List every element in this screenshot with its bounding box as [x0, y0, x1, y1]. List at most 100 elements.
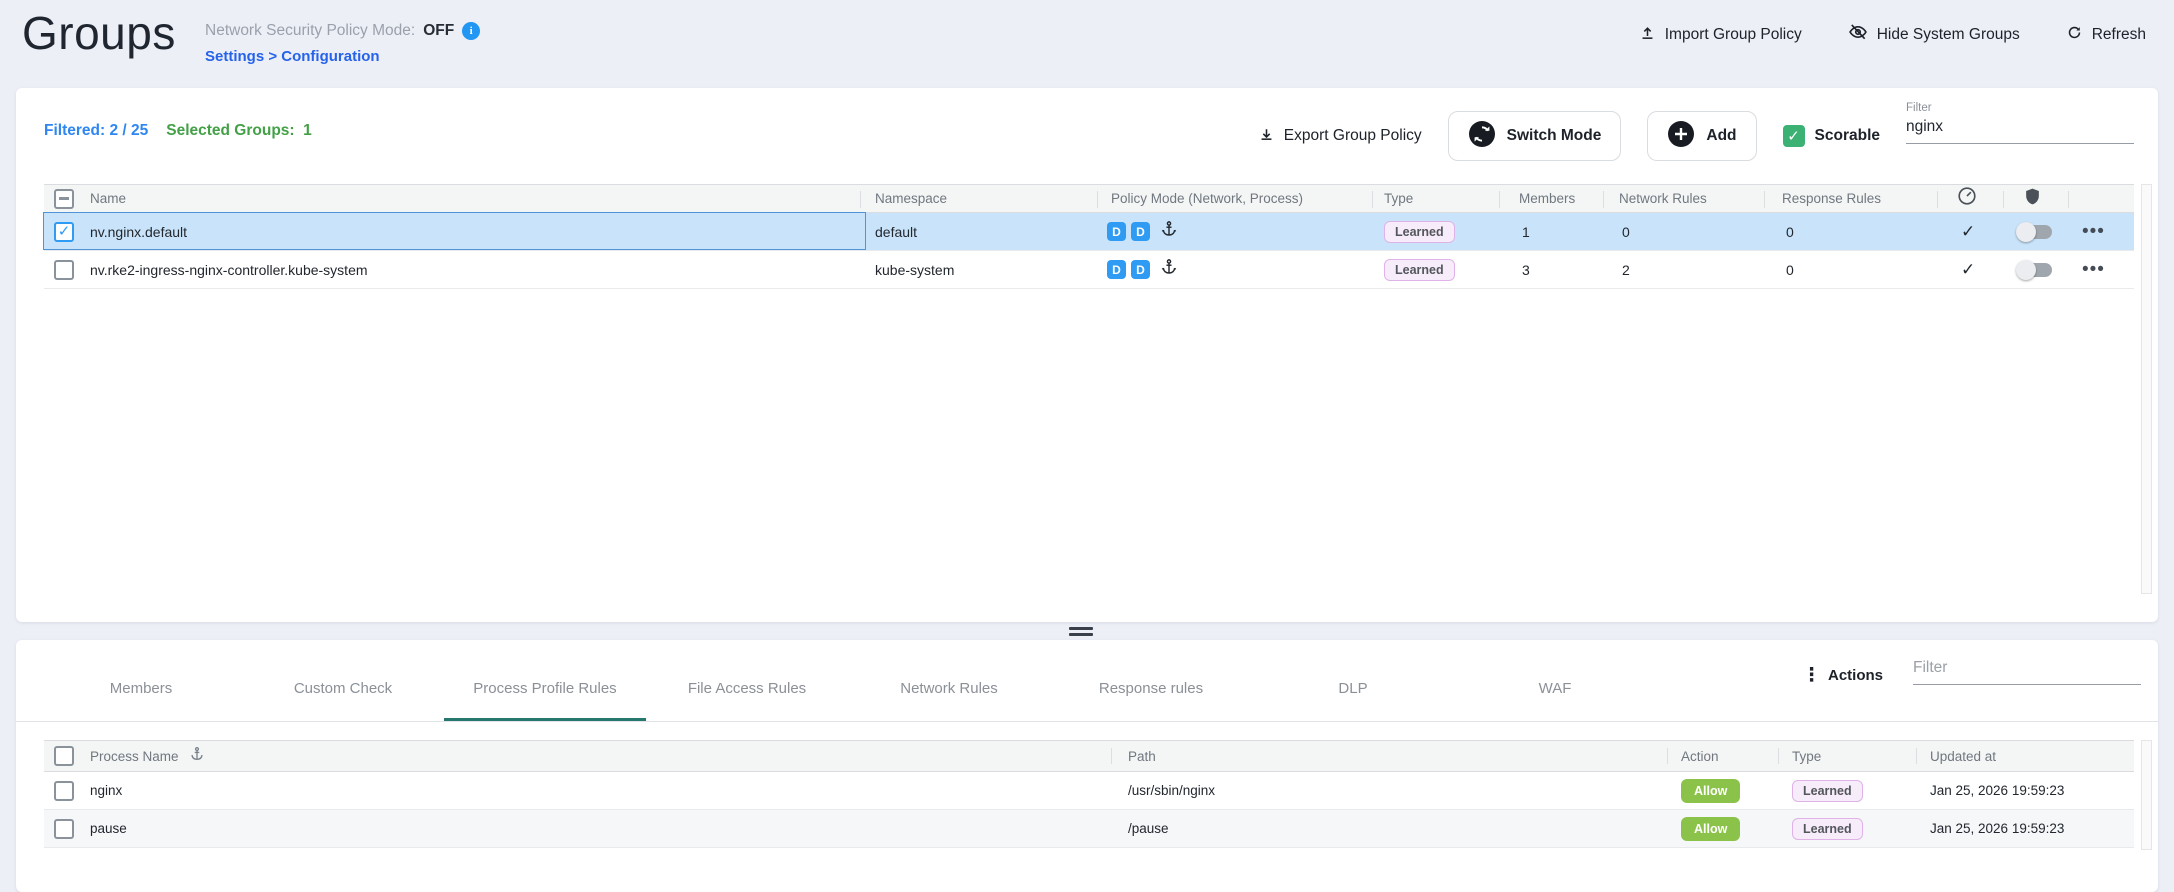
column-divider: [2003, 191, 2004, 208]
members-count: 1: [1522, 224, 1530, 240]
column-header-namespace[interactable]: Namespace: [875, 185, 947, 212]
row-menu-button[interactable]: •••: [2082, 222, 2105, 241]
protect-toggle[interactable]: [2018, 225, 2052, 239]
network-mode-badge: D: [1107, 260, 1126, 279]
tab-waf[interactable]: WAF: [1454, 660, 1656, 721]
export-group-policy-button[interactable]: Export Group Policy: [1258, 125, 1422, 147]
column-header-process-name[interactable]: Process Name: [90, 741, 205, 771]
process-rules-table: Process Name Path Action Type Updated at…: [44, 740, 2134, 848]
refresh-button[interactable]: Refresh: [2066, 24, 2146, 46]
column-divider: [1667, 748, 1668, 764]
process-mode-badge: D: [1131, 260, 1150, 279]
detail-tabs-bar: Members Custom Check Process Profile Rul…: [16, 640, 2158, 722]
tab-members[interactable]: Members: [40, 660, 242, 721]
groups-table-header: Name Namespace Policy Mode (Network, Pro…: [44, 184, 2134, 213]
tab-file-access-rules[interactable]: File Access Rules: [646, 660, 848, 721]
process-row-nginx[interactable]: nginx /usr/sbin/nginx Allow Learned Jan …: [44, 772, 2134, 810]
vertical-scrollbar[interactable]: [2141, 184, 2152, 594]
tab-dlp[interactable]: DLP: [1252, 660, 1454, 721]
import-group-policy-button[interactable]: Import Group Policy: [1639, 24, 1802, 46]
page-title: Groups: [22, 6, 176, 60]
column-divider: [1603, 191, 1604, 208]
split-drag-handle[interactable]: [1069, 627, 1093, 636]
selected-groups-count: Selected Groups: 1: [166, 122, 312, 140]
column-header-updated-at[interactable]: Updated at: [1930, 741, 1996, 771]
column-header-action[interactable]: Action: [1681, 741, 1719, 771]
policy-mode-value: OFF: [423, 22, 454, 40]
detail-filter-input[interactable]: [1913, 656, 2141, 685]
column-header-type[interactable]: Type: [1792, 741, 1821, 771]
tab-custom-check[interactable]: Custom Check: [242, 660, 444, 721]
network-rules-count: 0: [1622, 224, 1630, 240]
row-checkbox[interactable]: [54, 260, 74, 280]
group-row-nv-rke2-ingress-nginx-controller[interactable]: nv.rke2-ingress-nginx-controller.kube-sy…: [44, 251, 2134, 289]
column-divider: [1778, 748, 1779, 764]
column-divider: [1937, 191, 1938, 208]
column-header-path[interactable]: Path: [1128, 741, 1156, 771]
column-header-protect[interactable]: [2023, 185, 2042, 212]
tab-process-profile-rules[interactable]: Process Profile Rules: [444, 660, 646, 721]
add-button[interactable]: Add: [1647, 111, 1756, 161]
row-checkbox[interactable]: [54, 819, 74, 839]
process-row-pause[interactable]: pause /pause Allow Learned Jan 25, 2026 …: [44, 810, 2134, 848]
group-namespace: kube-system: [875, 262, 954, 278]
switch-mode-button[interactable]: Switch Mode: [1448, 111, 1622, 161]
row-checkbox[interactable]: [54, 222, 74, 242]
response-rules-count: 0: [1786, 224, 1794, 240]
select-all-checkbox[interactable]: [54, 746, 74, 766]
scorable-checkbox[interactable]: [1783, 125, 1805, 147]
upload-icon: [1639, 24, 1656, 46]
protect-toggle[interactable]: [2018, 263, 2052, 277]
column-divider: [1111, 748, 1112, 764]
group-name: nv.rke2-ingress-nginx-controller.kube-sy…: [90, 262, 368, 278]
groups-table: Name Namespace Policy Mode (Network, Pro…: [44, 184, 2134, 289]
column-header-type[interactable]: Type: [1384, 185, 1413, 212]
updated-at: Jan 25, 2026 19:59:23: [1930, 783, 2064, 798]
info-icon[interactable]: i: [462, 22, 480, 40]
import-group-policy-label: Import Group Policy: [1665, 26, 1802, 44]
updated-at: Jan 25, 2026 19:59:23: [1930, 821, 2064, 836]
hide-system-groups-label: Hide System Groups: [1877, 26, 2020, 44]
column-header-scorable[interactable]: [1956, 185, 1978, 212]
hide-system-groups-button[interactable]: Hide System Groups: [1848, 22, 2020, 47]
groups-filter-input[interactable]: [1906, 115, 2134, 144]
panel-split-divider: [0, 622, 2174, 640]
breadcrumb-settings-configuration[interactable]: Settings > Configuration: [205, 48, 380, 65]
scorable-check-icon: ✓: [1961, 222, 1975, 242]
type-badge: Learned: [1384, 259, 1455, 281]
groups-filter-field: Filter: [1906, 102, 2134, 144]
column-divider: [2068, 191, 2069, 208]
process-name: nginx: [90, 783, 122, 798]
members-count: 3: [1522, 262, 1530, 278]
group-row-nv-nginx-default[interactable]: nv.nginx.default default D D Learned 1 0…: [44, 213, 2134, 251]
network-mode-badge: D: [1107, 222, 1126, 241]
network-rules-count: 2: [1622, 262, 1630, 278]
policy-mode-label: Network Security Policy Mode:: [205, 22, 415, 40]
select-all-checkbox[interactable]: [54, 189, 74, 209]
column-divider: [1764, 191, 1765, 208]
column-header-members[interactable]: Members: [1519, 185, 1575, 212]
filtered-count: Filtered: 2 / 25: [44, 122, 148, 140]
column-divider: [1499, 191, 1500, 208]
tab-network-rules[interactable]: Network Rules: [848, 660, 1050, 721]
kebab-icon: ⋮: [1802, 666, 1821, 685]
column-header-name[interactable]: Name: [90, 185, 126, 212]
download-icon: [1258, 125, 1275, 147]
refresh-label: Refresh: [2092, 26, 2146, 44]
action-badge: Allow: [1681, 817, 1740, 841]
column-divider: [1097, 191, 1098, 208]
vertical-scrollbar[interactable]: [2141, 740, 2152, 850]
actions-menu-button[interactable]: ⋮ Actions: [1802, 666, 1883, 685]
add-label: Add: [1706, 127, 1736, 145]
tab-response-rules[interactable]: Response rules: [1050, 660, 1252, 721]
anchor-icon: [1160, 258, 1178, 281]
row-menu-button[interactable]: •••: [2082, 260, 2105, 279]
column-header-response-rules[interactable]: Response Rules: [1782, 185, 1881, 212]
group-detail-card: Members Custom Check Process Profile Rul…: [16, 640, 2158, 892]
column-header-network-rules[interactable]: Network Rules: [1619, 185, 1707, 212]
process-mode-badge: D: [1131, 222, 1150, 241]
row-checkbox[interactable]: [54, 781, 74, 801]
process-path: /pause: [1128, 821, 1169, 836]
column-header-policy-mode[interactable]: Policy Mode (Network, Process): [1111, 185, 1303, 212]
process-table-header: Process Name Path Action Type Updated at: [44, 740, 2134, 772]
